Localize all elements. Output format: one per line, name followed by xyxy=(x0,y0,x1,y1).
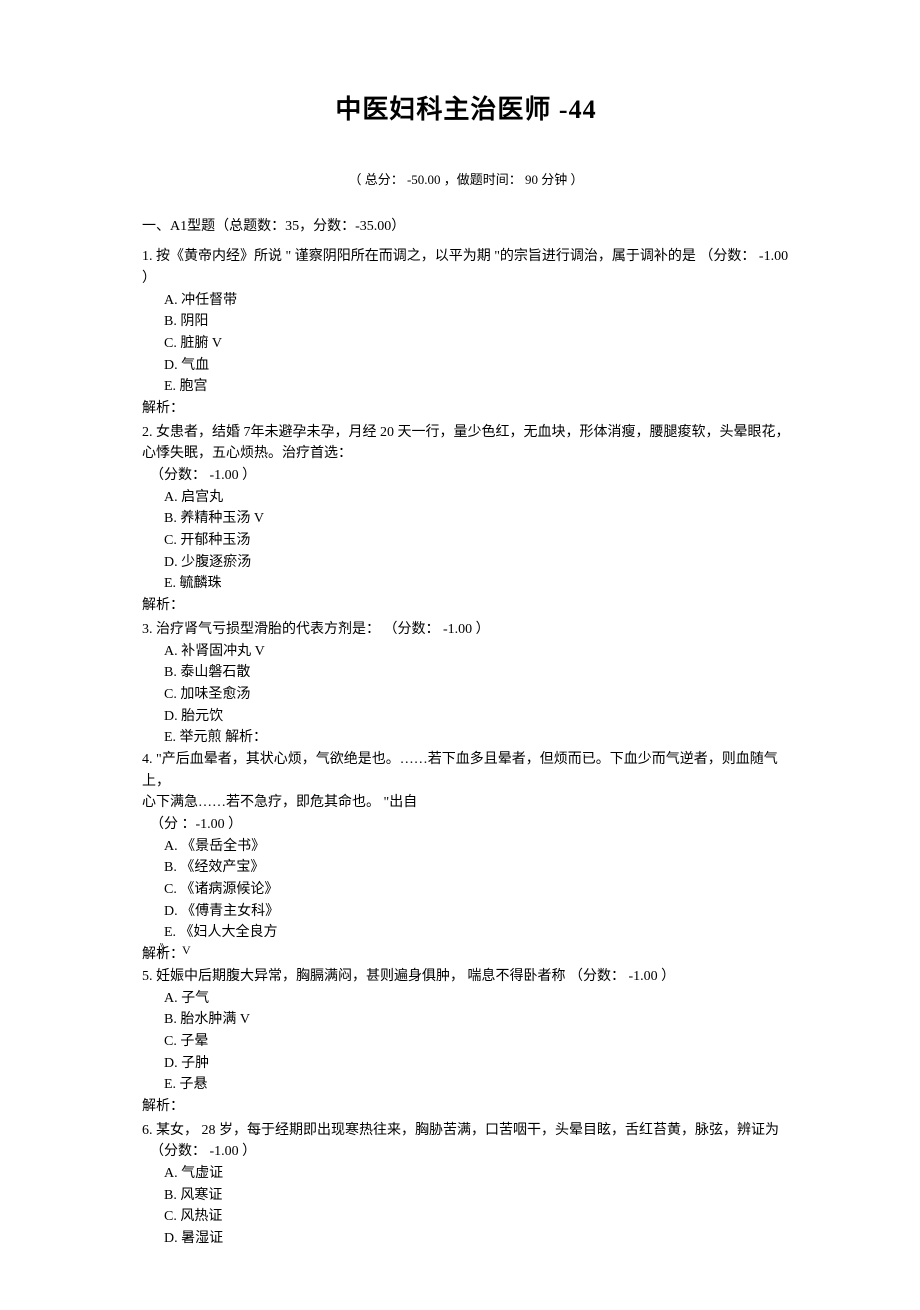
q2-stem-2: 心悸失眠，五心烦热。治疗首选： xyxy=(142,443,790,465)
q5-stem: 5. 妊娠中后期腹大异常，胸膈满闷，甚则遍身俱肿， 喘息不得卧者称 （分数： -… xyxy=(142,966,790,988)
section-heading: 一、A1型题（总题数：35，分数：-35.00） xyxy=(142,216,790,238)
q1-option-d: D. 气血 xyxy=(164,355,790,377)
page-title: 中医妇科主治医师 -44 xyxy=(142,90,790,130)
q6-score: （分数： -1.00 ） xyxy=(150,1141,790,1163)
q3-option-c: C. 加味圣愈汤 xyxy=(164,684,790,706)
q4-stem-1: 4. "产后血晕者，其状心烦，气欲绝是也。……若下血多且晕者，但烦而已。下血少而… xyxy=(142,749,790,792)
q2-analysis: 解析： xyxy=(142,595,790,617)
q1-option-e: E. 胞宫 xyxy=(164,376,790,398)
q4-option-e: E. 《妇人大全良方 xyxy=(164,922,790,944)
q3-option-d: D. 胎元饮 xyxy=(164,706,790,728)
q5-analysis: 解析： xyxy=(142,1096,790,1118)
question-6: 6. 某女， 28 岁，每于经期即出现寒热往来，胸胁苦满，口苦咽干，头晕目眩，舌… xyxy=(142,1120,790,1250)
q3-e-text: E. 举元煎 xyxy=(164,730,222,745)
q4-score: （分 ：-1.00 ） xyxy=(150,814,790,836)
question-2: 2. 女患者，结婚 7年未避孕未孕，月经 20 天一行，量少色红，无血块，形体消… xyxy=(142,422,790,596)
question-1: 1. 按《黄帝内经》所说 " 谨察阴阳所在而调之，以平为期 "的宗旨进行调治，属… xyxy=(142,246,790,398)
q4-option-d: D. 《傅青主女科》 xyxy=(164,901,790,923)
question-4: 4. "产后血晕者，其状心烦，气欲绝是也。……若下血多且晕者，但烦而已。下血少而… xyxy=(142,749,790,944)
q2-option-d: D. 少腹逐瘀汤 xyxy=(164,552,790,574)
q2-stem-1: 2. 女患者，结婚 7年未避孕未孕，月经 20 天一行，量少色红，无血块，形体消… xyxy=(142,422,790,444)
q1-option-a: A. 冲任督带 xyxy=(164,290,790,312)
q5-option-b: B. 胎水肿满 V xyxy=(164,1009,790,1031)
q6-option-d: D. 暑湿证 xyxy=(164,1228,790,1250)
q5-option-c: C. 子晕 xyxy=(164,1031,790,1053)
q5-option-a: A. 子气 xyxy=(164,988,790,1010)
q4-close-quote: 》 xyxy=(160,941,171,958)
exam-meta: （ 总分： -50.00 ，做题时间： 90 分钟 ） xyxy=(142,170,790,190)
q2-score: （分数： -1.00 ） xyxy=(150,465,790,487)
q5-option-e: E. 子悬 xyxy=(164,1074,790,1096)
q6-stem: 6. 某女， 28 岁，每于经期即出现寒热往来，胸胁苦满，口苦咽干，头晕目眩，舌… xyxy=(142,1120,790,1142)
q4-mark: V xyxy=(182,941,191,960)
q3-option-e: E. 举元煎 解析： xyxy=(164,727,790,749)
q1-option-b: B. 阴阳 xyxy=(164,311,790,333)
q2-option-a: A. 启宫丸 xyxy=(164,487,790,509)
q4-option-a: A. 《景岳全书》 xyxy=(164,836,790,858)
q4-option-c: C. 《诸病源候论》 xyxy=(164,879,790,901)
q6-option-a: A. 气虚证 xyxy=(164,1163,790,1185)
q3-option-a: A. 补肾固冲丸 V xyxy=(164,641,790,663)
q4-stem-2: 心下满急……若不急疗，即危其命也。 "出自 xyxy=(142,792,790,814)
q2-option-b: B. 养精种玉汤 V xyxy=(164,508,790,530)
q2-option-e: E. 毓麟珠 xyxy=(164,573,790,595)
q1-analysis: 解析： xyxy=(142,398,790,420)
question-3: 3. 治疗肾气亏损型滑胎的代表方剂是： （分数： -1.00 ） A. 补肾固冲… xyxy=(142,619,790,749)
q1-stem: 1. 按《黄帝内经》所说 " 谨察阴阳所在而调之，以平为期 "的宗旨进行调治，属… xyxy=(142,246,790,289)
q6-option-c: C. 风热证 xyxy=(164,1206,790,1228)
q4-option-b: B. 《经效产宝》 xyxy=(164,857,790,879)
q2-option-c: C. 开郁种玉汤 xyxy=(164,530,790,552)
q6-option-b: B. 风寒证 xyxy=(164,1185,790,1207)
q1-option-c: C. 脏腑 V xyxy=(164,333,790,355)
q3-option-b: B. 泰山磐石散 xyxy=(164,662,790,684)
q3-analysis-inline: 解析： xyxy=(225,730,267,745)
q5-option-d: D. 子肿 xyxy=(164,1053,790,1075)
q4-analysis-row: 解析： 》 V xyxy=(142,944,790,966)
question-5: 5. 妊娠中后期腹大异常，胸膈满闷，甚则遍身俱肿， 喘息不得卧者称 （分数： -… xyxy=(142,966,790,1096)
q3-stem: 3. 治疗肾气亏损型滑胎的代表方剂是： （分数： -1.00 ） xyxy=(142,619,790,641)
